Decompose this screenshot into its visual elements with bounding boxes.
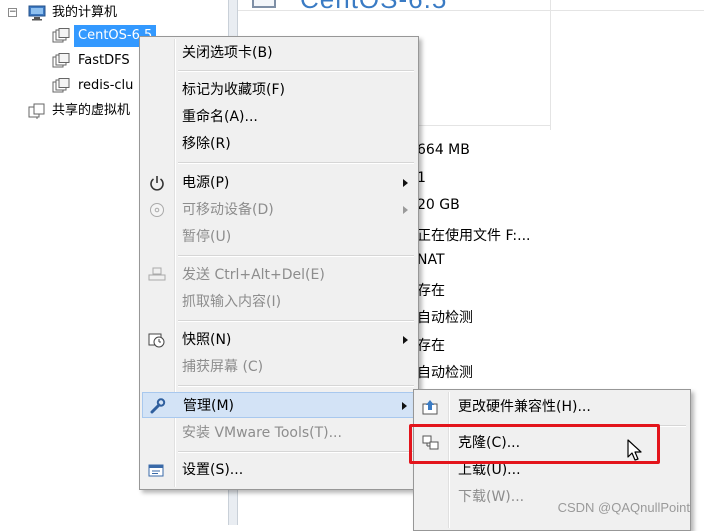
vm-title-icon — [252, 0, 276, 8]
menu-item-pause: 暂停(U) — [142, 224, 416, 250]
spec-printer: 存在 — [417, 338, 445, 354]
menu-item-label: 标记为收藏项(F) — [182, 82, 285, 98]
keyboard-icon — [148, 267, 166, 283]
menu-separator — [178, 385, 414, 387]
submenu-arrow-icon — [403, 179, 408, 187]
submenu-arrow-icon — [403, 206, 408, 214]
menu-item-label: 管理(M) — [183, 398, 235, 414]
menu-item-send-cad: 发送 Ctrl+Alt+Del(E) — [142, 262, 416, 288]
menu-item-settings[interactable]: 设置(S)... — [142, 457, 416, 483]
menu-item-label: 抓取输入内容(I) — [182, 294, 282, 310]
submenu-arrow-icon — [402, 402, 407, 410]
menu-item-rename[interactable]: 重命名(A)... — [142, 104, 416, 130]
mouse-cursor-icon — [627, 439, 645, 463]
vm-icon — [52, 28, 70, 44]
menu-item-capture-screen: 捕获屏幕 (C) — [142, 354, 416, 380]
spec-disk: 20 GB — [417, 197, 460, 213]
menu-separator — [178, 162, 414, 164]
vm-icon — [52, 78, 70, 94]
divider — [408, 125, 550, 126]
divider — [238, 10, 704, 11]
menu-item-label: 快照(N) — [182, 332, 232, 348]
menu-item-close-tab[interactable]: 关闭选项卡(B) — [142, 40, 416, 66]
tree-root-label: 我的计算机 — [52, 5, 118, 20]
menu-item-install-tools: 安装 VMware Tools(T)... — [142, 420, 416, 446]
power-icon — [148, 175, 166, 191]
menu-item-remove[interactable]: 移除(R) — [142, 131, 416, 157]
menu-item-label: 安装 VMware Tools(T)... — [182, 425, 342, 441]
menu-item-label: 电源(P) — [182, 175, 230, 191]
vm-title: CentOS-6.5 — [300, 0, 447, 10]
disc-icon — [148, 202, 166, 218]
menu-separator — [178, 70, 414, 72]
spec-usb: 存在 — [417, 283, 445, 299]
clone-highlight-box — [409, 424, 660, 464]
spec-memory: 664 MB — [417, 142, 470, 158]
shared-vm-icon — [28, 103, 46, 119]
collapse-icon[interactable]: − — [8, 8, 17, 17]
menu-item-label: 捕获屏幕 (C) — [182, 359, 264, 375]
menu-item-label: 移除(R) — [182, 136, 231, 152]
menu-separator — [178, 320, 414, 322]
menu-item-snapshot[interactable]: 快照(N) — [142, 327, 416, 353]
spec-network: NAT — [417, 252, 445, 268]
spec-display: 自动检测 — [417, 365, 473, 381]
menu-item-grab-input: 抓取输入内容(I) — [142, 289, 416, 315]
menu-item-favorite[interactable]: 标记为收藏项(F) — [142, 77, 416, 103]
wrench-icon — [149, 398, 167, 414]
menu-item-power[interactable]: 电源(P) — [142, 170, 416, 196]
tree-item-label: redis-clu — [78, 78, 134, 93]
menu-item-label: 重命名(A)... — [182, 109, 258, 125]
menu-item-manage[interactable]: 管理(M) — [142, 392, 416, 418]
submenu-arrow-icon — [403, 336, 408, 344]
computer-icon — [28, 5, 46, 21]
tree-item-label: FastDFS — [78, 53, 130, 68]
menu-separator — [178, 451, 414, 453]
menu-separator — [178, 255, 414, 257]
watermark: CSDN @QAQnullPoint — [557, 500, 690, 515]
spec-cdrom: 正在使用文件 F:... — [417, 228, 531, 244]
tree-shared-label: 共享的虚拟机 — [52, 103, 131, 118]
vm-title-strip: CentOS-6.5 — [238, 0, 704, 10]
vm-icon — [52, 53, 70, 69]
divider — [550, 0, 551, 130]
menu-item-label: 发送 Ctrl+Alt+Del(E) — [182, 267, 325, 283]
menu-item-removable-devices: 可移动设备(D) — [142, 197, 416, 223]
menu-item-label: 暂停(U) — [182, 229, 232, 245]
tree-root-my-computer[interactable]: − 我的计算机 — [0, 2, 228, 24]
settings-icon — [148, 462, 166, 478]
menu-item-label: 下载(W)... — [458, 489, 525, 505]
menu-item-label: 可移动设备(D) — [182, 202, 274, 218]
snapshot-clock-icon — [148, 332, 166, 348]
upgrade-hardware-icon — [422, 399, 440, 415]
vm-context-menu: 关闭选项卡(B) 标记为收藏项(F) 重命名(A)... 移除(R) 电源(P)… — [139, 36, 419, 490]
menu-item-label: 设置(S)... — [182, 462, 244, 478]
spec-sound: 自动检测 — [417, 310, 473, 326]
menu-item-change-hw-compat[interactable]: 更改硬件兼容性(H)... — [416, 394, 688, 420]
menu-item-label: 关闭选项卡(B) — [182, 45, 273, 61]
menu-item-label: 更改硬件兼容性(H)... — [458, 399, 591, 415]
